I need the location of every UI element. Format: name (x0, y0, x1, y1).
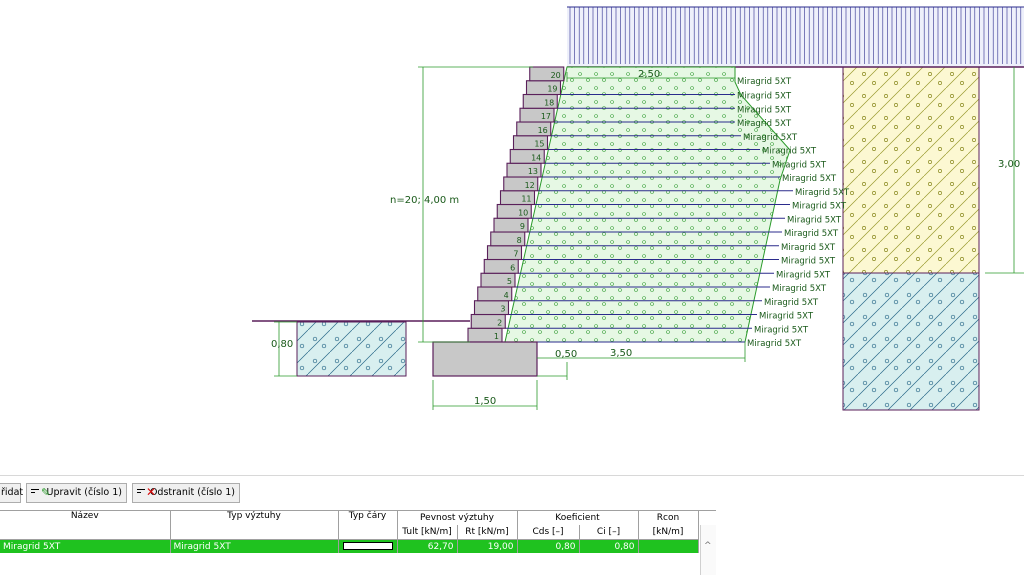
geogrid-label: Miragrid 5XT (764, 298, 819, 308)
header-coef-group: Koeficient (517, 511, 639, 525)
delete-x-icon: ✕ (137, 486, 156, 499)
header-tult[interactable]: Tult [kN/m] (397, 525, 458, 540)
geogrid-label: Miragrid 5XT (747, 339, 802, 349)
geogrid-label: Miragrid 5XT (737, 105, 792, 115)
layer-number-label: 15 (534, 140, 544, 149)
layer-number-label: 9 (520, 222, 525, 231)
soil-layer-sand[interactable] (842, 66, 980, 274)
layer-number-label: 8 (517, 236, 522, 245)
layer-number-label: 2 (497, 318, 502, 327)
cell-rcon (638, 539, 699, 553)
cell-type: Miragrid 5XT (170, 539, 339, 553)
layer-number-label: 18 (544, 98, 554, 107)
layer-number-label: 12 (525, 181, 535, 190)
geogrid-label: Miragrid 5XT (759, 312, 814, 322)
cell-tult: 62,70 (397, 539, 458, 553)
geogrid-label: Miragrid 5XT (781, 243, 836, 253)
geogrid-label: Miragrid 5XT (772, 284, 827, 294)
cell-ci: 0,80 (579, 539, 639, 553)
layer-number-label: 11 (521, 195, 531, 204)
line-type-sample (342, 542, 393, 550)
surcharge-load[interactable] (567, 6, 1024, 67)
geogrid-label: Miragrid 5XT (787, 215, 842, 225)
add-button[interactable]: řidat (0, 483, 23, 503)
layer-number-label: 20 (551, 71, 561, 80)
layer-number-label: 16 (538, 126, 548, 135)
geogrid-label: Miragrid 5XT (737, 119, 792, 129)
header-line-type[interactable]: Typ čáry (338, 511, 398, 540)
top-length-label: 2,50 (638, 69, 660, 80)
geogrid-label: Miragrid 5XT (781, 257, 836, 267)
geogrid-label: Miragrid 5XT (772, 160, 827, 170)
layer-number-label: 14 (531, 153, 541, 162)
toe-offset-label: 0,50 (555, 349, 577, 360)
geogrid-label: Miragrid 5XT (737, 92, 792, 102)
geometry-canvas[interactable]: Miragrid 5XT Miragrid 5XT Miragrid 5XT Mira… (0, 0, 1024, 475)
edit-button[interactable]: ✎ Upravit (číslo 1) (26, 483, 127, 503)
header-spacer (698, 511, 714, 525)
layer-number-label: 10 (518, 208, 528, 217)
header-rt[interactable]: Rt [kN/m] (457, 525, 518, 540)
reinforcement-table: Název Typ výztuhy Typ čáry Pevnost výztu… (0, 510, 716, 576)
separator (0, 475, 1024, 476)
geogrid-label: Miragrid 5XT (782, 174, 837, 184)
table-row[interactable]: Miragrid 5XT Miragrid 5XT 62,70 19,00 0,… (0, 539, 714, 553)
geogrid-label: Miragrid 5XT (795, 188, 850, 198)
geogrid-label: Miragrid 5XT (737, 77, 792, 87)
header-cds[interactable]: Cds [–] (517, 525, 580, 540)
header-type[interactable]: Typ výztuhy (170, 511, 339, 540)
cell-line (338, 539, 398, 553)
geogrid-label: Miragrid 5XT (743, 133, 798, 143)
front-soil-block[interactable] (296, 321, 407, 377)
delete-button[interactable]: ✕ Odstranit (číslo 1) (132, 483, 240, 503)
header-rcon-unit: [kN/m] (638, 525, 699, 540)
geogrid-label: Miragrid 5XT (762, 147, 817, 157)
geogrid-label: Miragrid 5XT (792, 202, 847, 212)
right-depth-label: 3,00 (998, 159, 1020, 170)
layer-number-label: 6 (510, 263, 515, 272)
geogrid-label: Miragrid 5XT (776, 270, 831, 280)
height-dimension-label: n=20; 4,00 m (390, 195, 459, 206)
scroll-up-icon: ^ (704, 541, 712, 551)
layer-number-label: 13 (528, 167, 538, 176)
layer-number-label: 7 (513, 250, 518, 259)
toolbar: řidat ✎ Upravit (číslo 1) ✕ Odstranit (č… (0, 483, 1024, 505)
cell-cds: 0,80 (517, 539, 580, 553)
geogrid-label: Miragrid 5XT (784, 229, 839, 239)
layer-number-label: 3 (500, 305, 505, 314)
cell-name: Miragrid 5XT (0, 539, 171, 553)
header-ci[interactable]: Ci [–] (579, 525, 639, 540)
left-depth-label: 0,80 (271, 339, 293, 350)
cell-rt: 19,00 (457, 539, 518, 553)
header-strength-group: Pevnost výztuhy (397, 511, 518, 525)
header-rcon[interactable]: Rcon (638, 511, 699, 525)
layer-number-label: 17 (541, 112, 551, 121)
layer-number-label: 4 (504, 291, 509, 300)
soil-layer-clay[interactable] (842, 272, 980, 411)
footing-width-label: 1,50 (474, 396, 496, 407)
base-length-label: 3,50 (610, 348, 632, 359)
header-name[interactable]: Název (0, 511, 171, 540)
footing[interactable] (432, 341, 538, 377)
layer-number-label: 19 (547, 85, 557, 94)
layer-number-label: 1 (494, 332, 499, 341)
edit-pencil-icon: ✎ (31, 487, 50, 499)
geogrid-label: Miragrid 5XT (754, 325, 809, 335)
layer-number-label: 5 (507, 277, 512, 286)
vertical-scrollbar[interactable]: ^ (700, 525, 716, 575)
